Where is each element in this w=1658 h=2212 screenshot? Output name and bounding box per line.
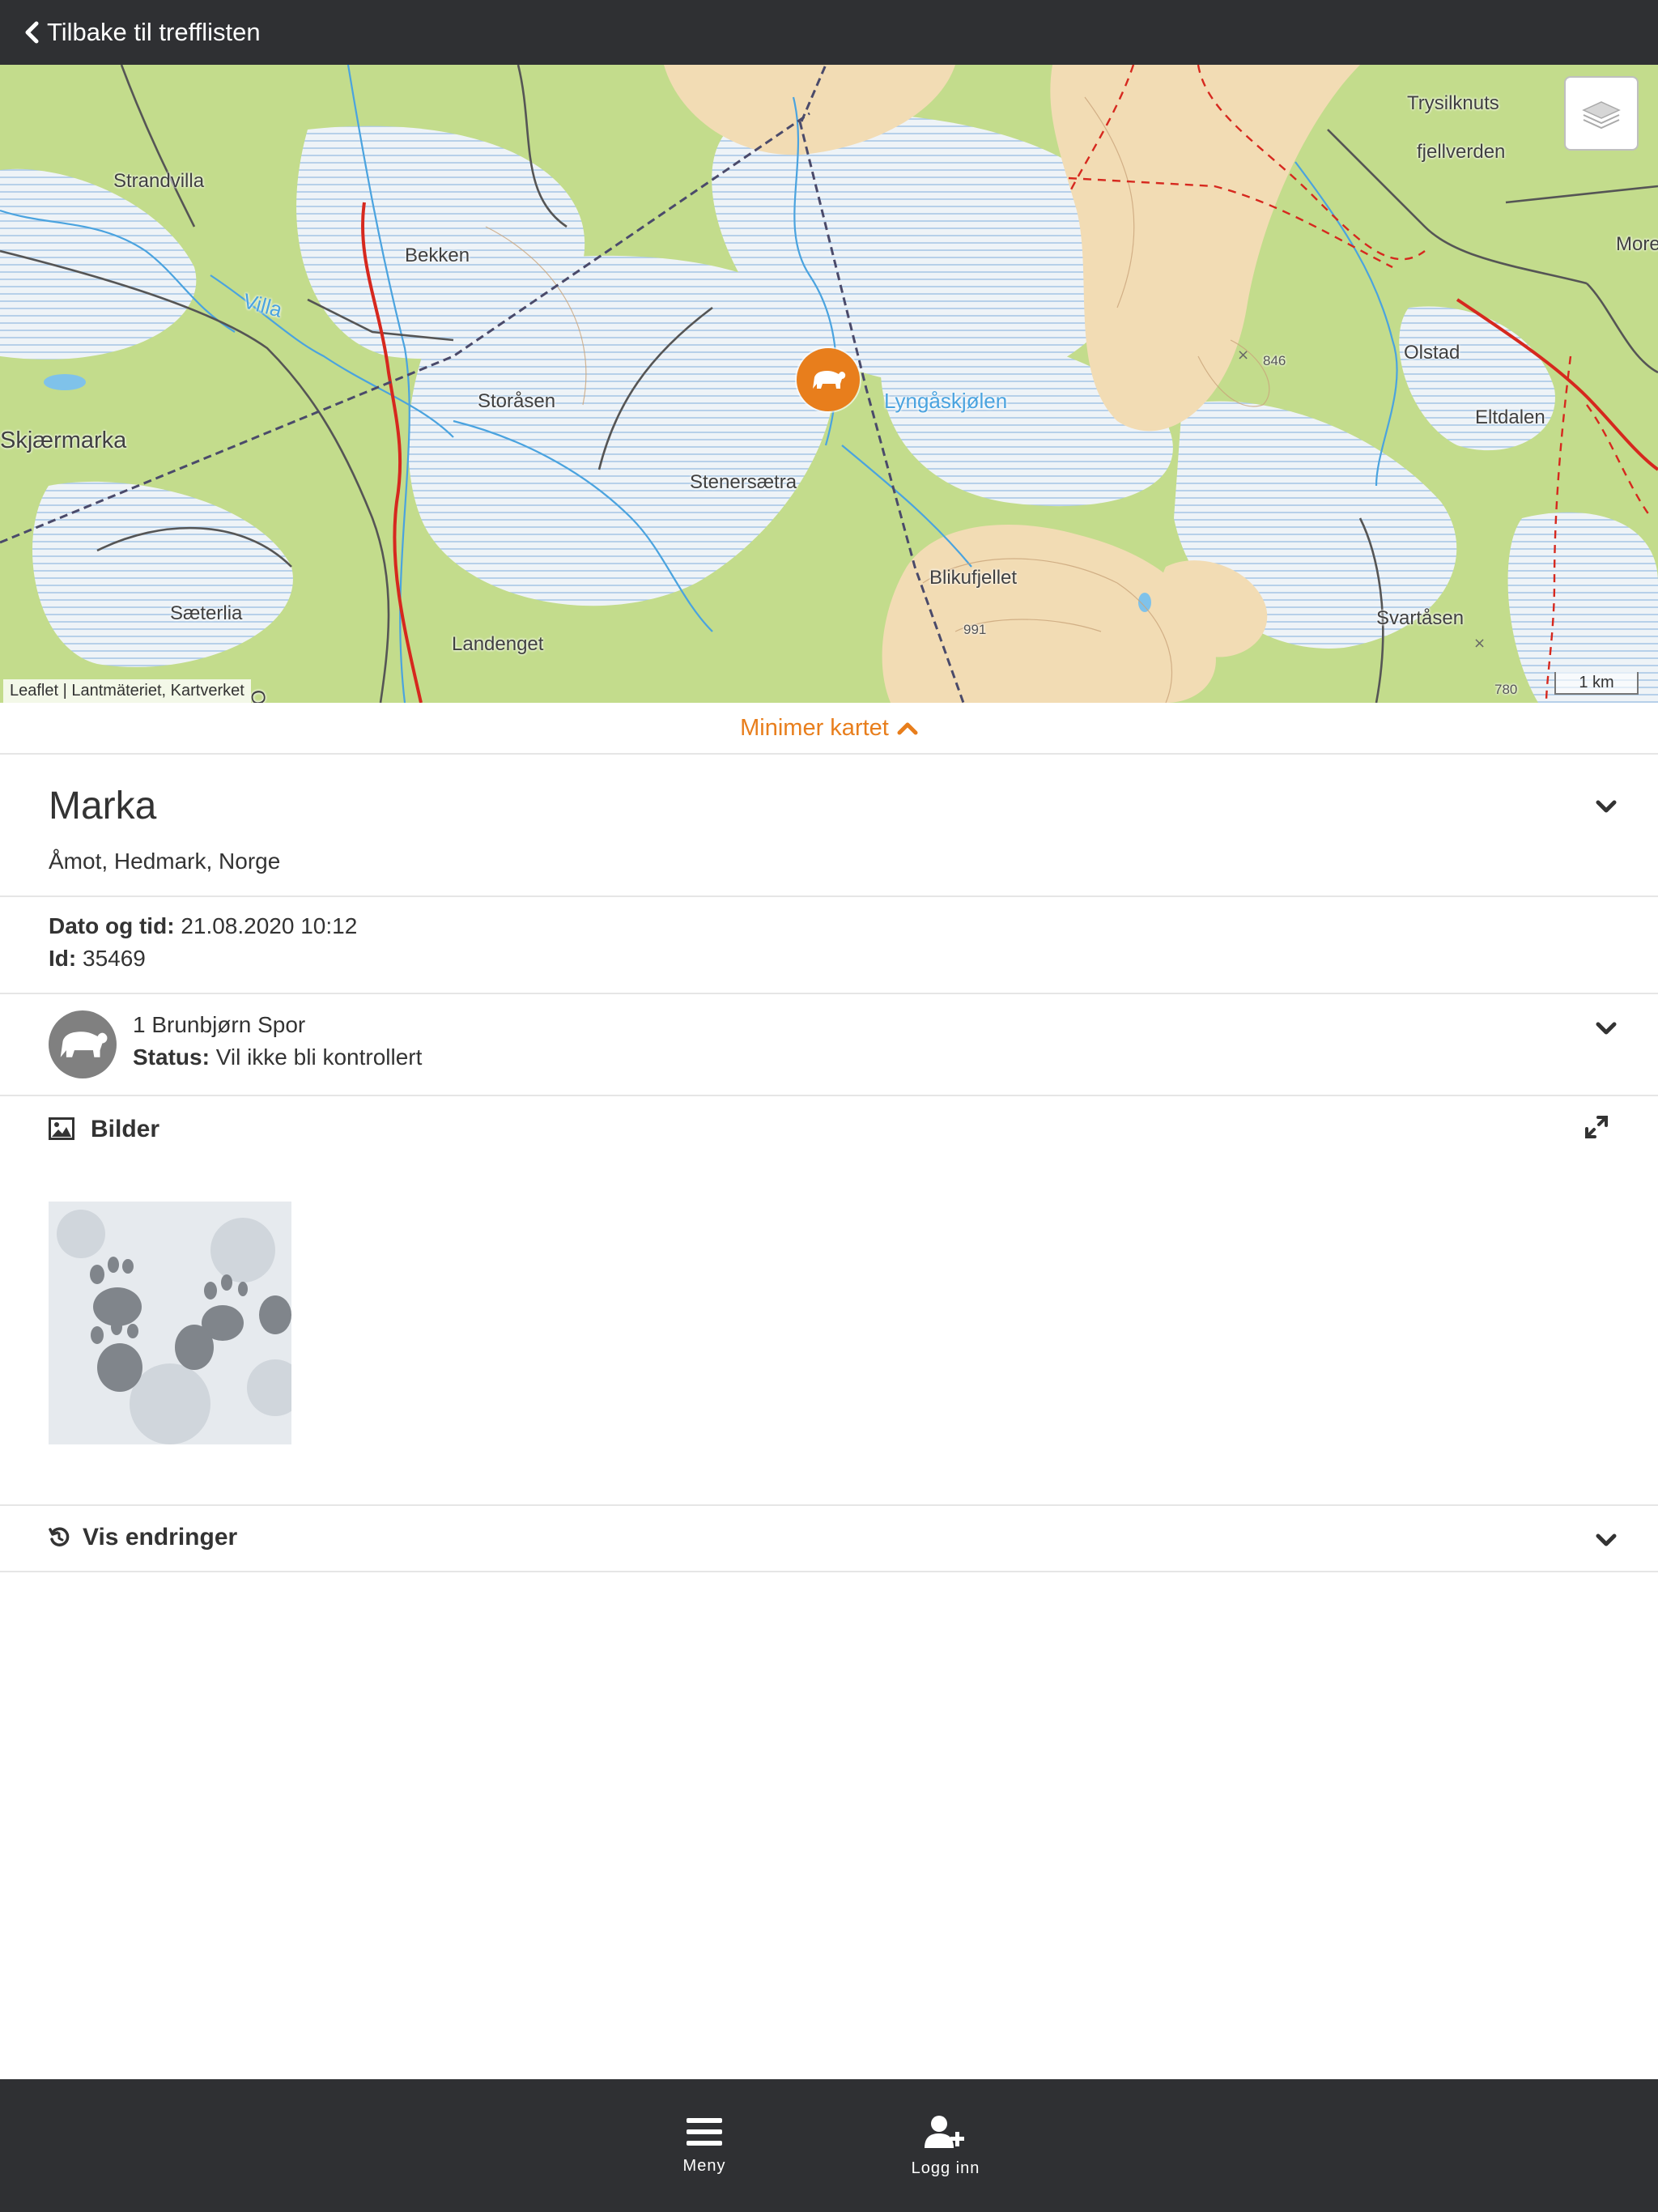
image-icon: [49, 1117, 74, 1140]
place-moren: Moren: [1616, 233, 1658, 255]
species-name: 1 Brunbjørn Spor: [133, 1012, 306, 1037]
place-landenget: Landenget: [452, 633, 544, 655]
changes-heading: Vis endringer: [83, 1524, 238, 1551]
place-trysilknuts: Trysilknuts: [1407, 92, 1499, 114]
place-fjellverden: fjellverden: [1417, 141, 1506, 163]
images-heading: Bilder: [91, 1116, 160, 1142]
species-avatar: [49, 1010, 117, 1078]
chevron-down-icon[interactable]: [1595, 1532, 1618, 1548]
user-plus-icon: [925, 2115, 964, 2148]
id-row: Id: 35469: [49, 946, 146, 972]
id-value: 35469: [83, 946, 146, 971]
svg-text:×: ×: [1473, 635, 1486, 652]
hamburger-icon: [687, 2117, 722, 2146]
back-to-results-link[interactable]: Tilbake til trefflisten: [24, 0, 261, 65]
history-icon: [49, 1527, 70, 1546]
date-row: Dato og tid: 21.08.2020 10:12: [49, 913, 357, 939]
map-attribution: Leaflet | Lantmäteriet, Kartverket: [3, 679, 251, 703]
place-h991: 991: [963, 622, 987, 637]
bear-icon: [813, 371, 846, 389]
place-blikufjellet: Blikufjellet: [929, 567, 1018, 589]
svg-text:×: ×: [1237, 347, 1249, 364]
login-button[interactable]: Logg inn: [881, 2079, 1010, 2212]
chevron-down-icon[interactable]: [1595, 1020, 1618, 1036]
observation-section[interactable]: 1 Brunbjørn Spor Status: Vil ikke bli ko…: [0, 994, 1658, 1096]
place-eltdalen: Eltdalen: [1475, 406, 1545, 428]
date-value: 21.08.2020 10:12: [181, 913, 358, 938]
expand-icon[interactable]: [1584, 1114, 1609, 1140]
menu-button[interactable]: Meny: [640, 2079, 769, 2212]
chevron-left-icon: [25, 21, 39, 44]
menu-label: Meny: [682, 2156, 726, 2175]
status-row: Status: Vil ikke bli kontrollert: [133, 1044, 422, 1070]
place-svartasen: Svartåsen: [1376, 607, 1465, 629]
chevron-up-icon: [897, 722, 918, 735]
back-label: Tilbake til trefflisten: [47, 18, 261, 46]
photo-thumbnail[interactable]: [49, 1202, 291, 1444]
place-strandvilla: Strandvilla: [113, 170, 205, 192]
chevron-down-icon[interactable]: [1595, 798, 1618, 815]
bear-icon: [60, 1032, 108, 1057]
map[interactable]: × × Strandvilla Bekken Villa Storåsen Sk…: [0, 65, 1658, 703]
minimize-map-label: Minimer kartet: [740, 714, 889, 741]
place-lyngaskjolen: Lyngåskjølen: [884, 389, 1008, 413]
status-label: Status:: [133, 1044, 210, 1070]
details-section: Dato og tid: 21.08.2020 10:12 Id: 35469: [0, 897, 1658, 994]
layers-button[interactable]: [1564, 76, 1639, 151]
login-label: Logg inn: [911, 2159, 980, 2177]
map-scale: 1 km: [1554, 672, 1639, 695]
date-label: Dato og tid:: [49, 913, 175, 938]
place-saeterlia: Sæterlia: [170, 602, 243, 624]
place-h780: 780: [1494, 682, 1518, 697]
minimize-map-button[interactable]: Minimer kartet: [0, 703, 1658, 755]
observation-marker[interactable]: [797, 348, 860, 411]
place-storasen: Storåsen: [478, 390, 556, 412]
location-title: Marka: [49, 785, 157, 827]
place-bekken: Bekken: [405, 245, 470, 266]
top-bar: Tilbake til trefflisten: [0, 0, 1658, 65]
place-skjaermarka: Skjærmarka: [0, 428, 127, 453]
bottom-nav: Meny Logg inn: [0, 2079, 1658, 2212]
location-section: Marka Åmot, Hedmark, Norge: [0, 755, 1658, 897]
place-stenersaetra: Stenersætra: [690, 471, 797, 493]
layers-icon: [1582, 101, 1621, 130]
id-label: Id:: [49, 946, 77, 971]
bear-tracks-photo: [49, 1202, 291, 1444]
location-subtitle: Åmot, Hedmark, Norge: [49, 849, 281, 874]
place-h846: 846: [1263, 353, 1286, 368]
changes-section[interactable]: Vis endringer: [0, 1504, 1658, 1572]
place-olstad: Olstad: [1404, 342, 1460, 364]
status-value: Vil ikke bli kontrollert: [215, 1044, 423, 1070]
